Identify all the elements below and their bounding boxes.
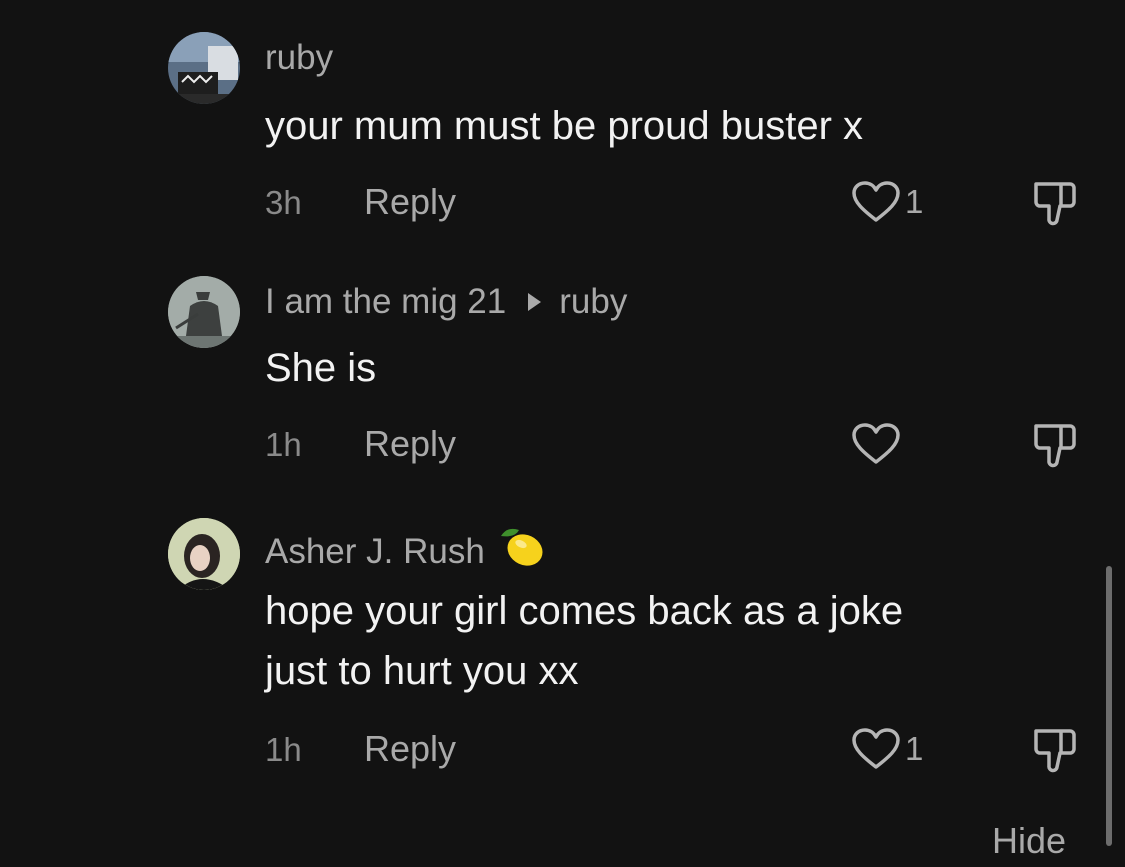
thumbs-down-outline-icon bbox=[1034, 182, 1076, 226]
dislike-button[interactable] bbox=[1030, 180, 1078, 231]
reply-button[interactable]: Reply bbox=[364, 181, 456, 223]
dislike-button[interactable] bbox=[1030, 422, 1078, 473]
dislike-button[interactable] bbox=[1030, 727, 1078, 778]
thumbs-down-outline-icon bbox=[1034, 729, 1076, 773]
like-count: 1 bbox=[905, 183, 924, 220]
heart-outline-icon bbox=[852, 181, 900, 222]
comment-timestamp: 3h bbox=[265, 184, 302, 221]
comment-username[interactable]: ruby bbox=[265, 38, 333, 78]
like-button[interactable] bbox=[851, 422, 905, 466]
heart-outline-icon bbox=[852, 423, 900, 464]
reply-button[interactable]: Reply bbox=[364, 423, 456, 465]
username-link[interactable]: I am the mig 21 bbox=[265, 282, 506, 322]
thumbs-down-outline-icon bbox=[1034, 424, 1076, 468]
avatar-ruby[interactable] bbox=[168, 32, 240, 104]
like-button[interactable]: 1 bbox=[851, 727, 923, 771]
lemon-emoji-icon bbox=[497, 524, 545, 579]
reply-to-username[interactable]: ruby bbox=[559, 282, 627, 322]
comment-text: your mum must be proud buster x bbox=[265, 104, 864, 148]
comment-text: She is bbox=[265, 346, 377, 390]
scrollbar[interactable] bbox=[1106, 566, 1112, 846]
comment-text: hope your girl comes back as a joke just… bbox=[265, 589, 904, 693]
reply-button[interactable]: Reply bbox=[364, 728, 456, 770]
like-count: 1 bbox=[905, 730, 924, 767]
heart-outline-icon bbox=[852, 728, 900, 769]
like-button[interactable]: 1 bbox=[851, 180, 923, 224]
comment-username: I am the mig 21 ruby bbox=[265, 282, 627, 322]
avatar-mig21[interactable] bbox=[168, 276, 240, 348]
hide-replies-button[interactable]: Hide bbox=[992, 820, 1066, 862]
comment-username[interactable]: Asher J. Rush bbox=[265, 524, 545, 579]
avatar-asher[interactable] bbox=[168, 518, 240, 590]
reply-to-arrow-icon bbox=[528, 293, 542, 311]
comment-timestamp: 1h bbox=[265, 426, 302, 463]
comment-timestamp: 1h bbox=[265, 731, 302, 768]
